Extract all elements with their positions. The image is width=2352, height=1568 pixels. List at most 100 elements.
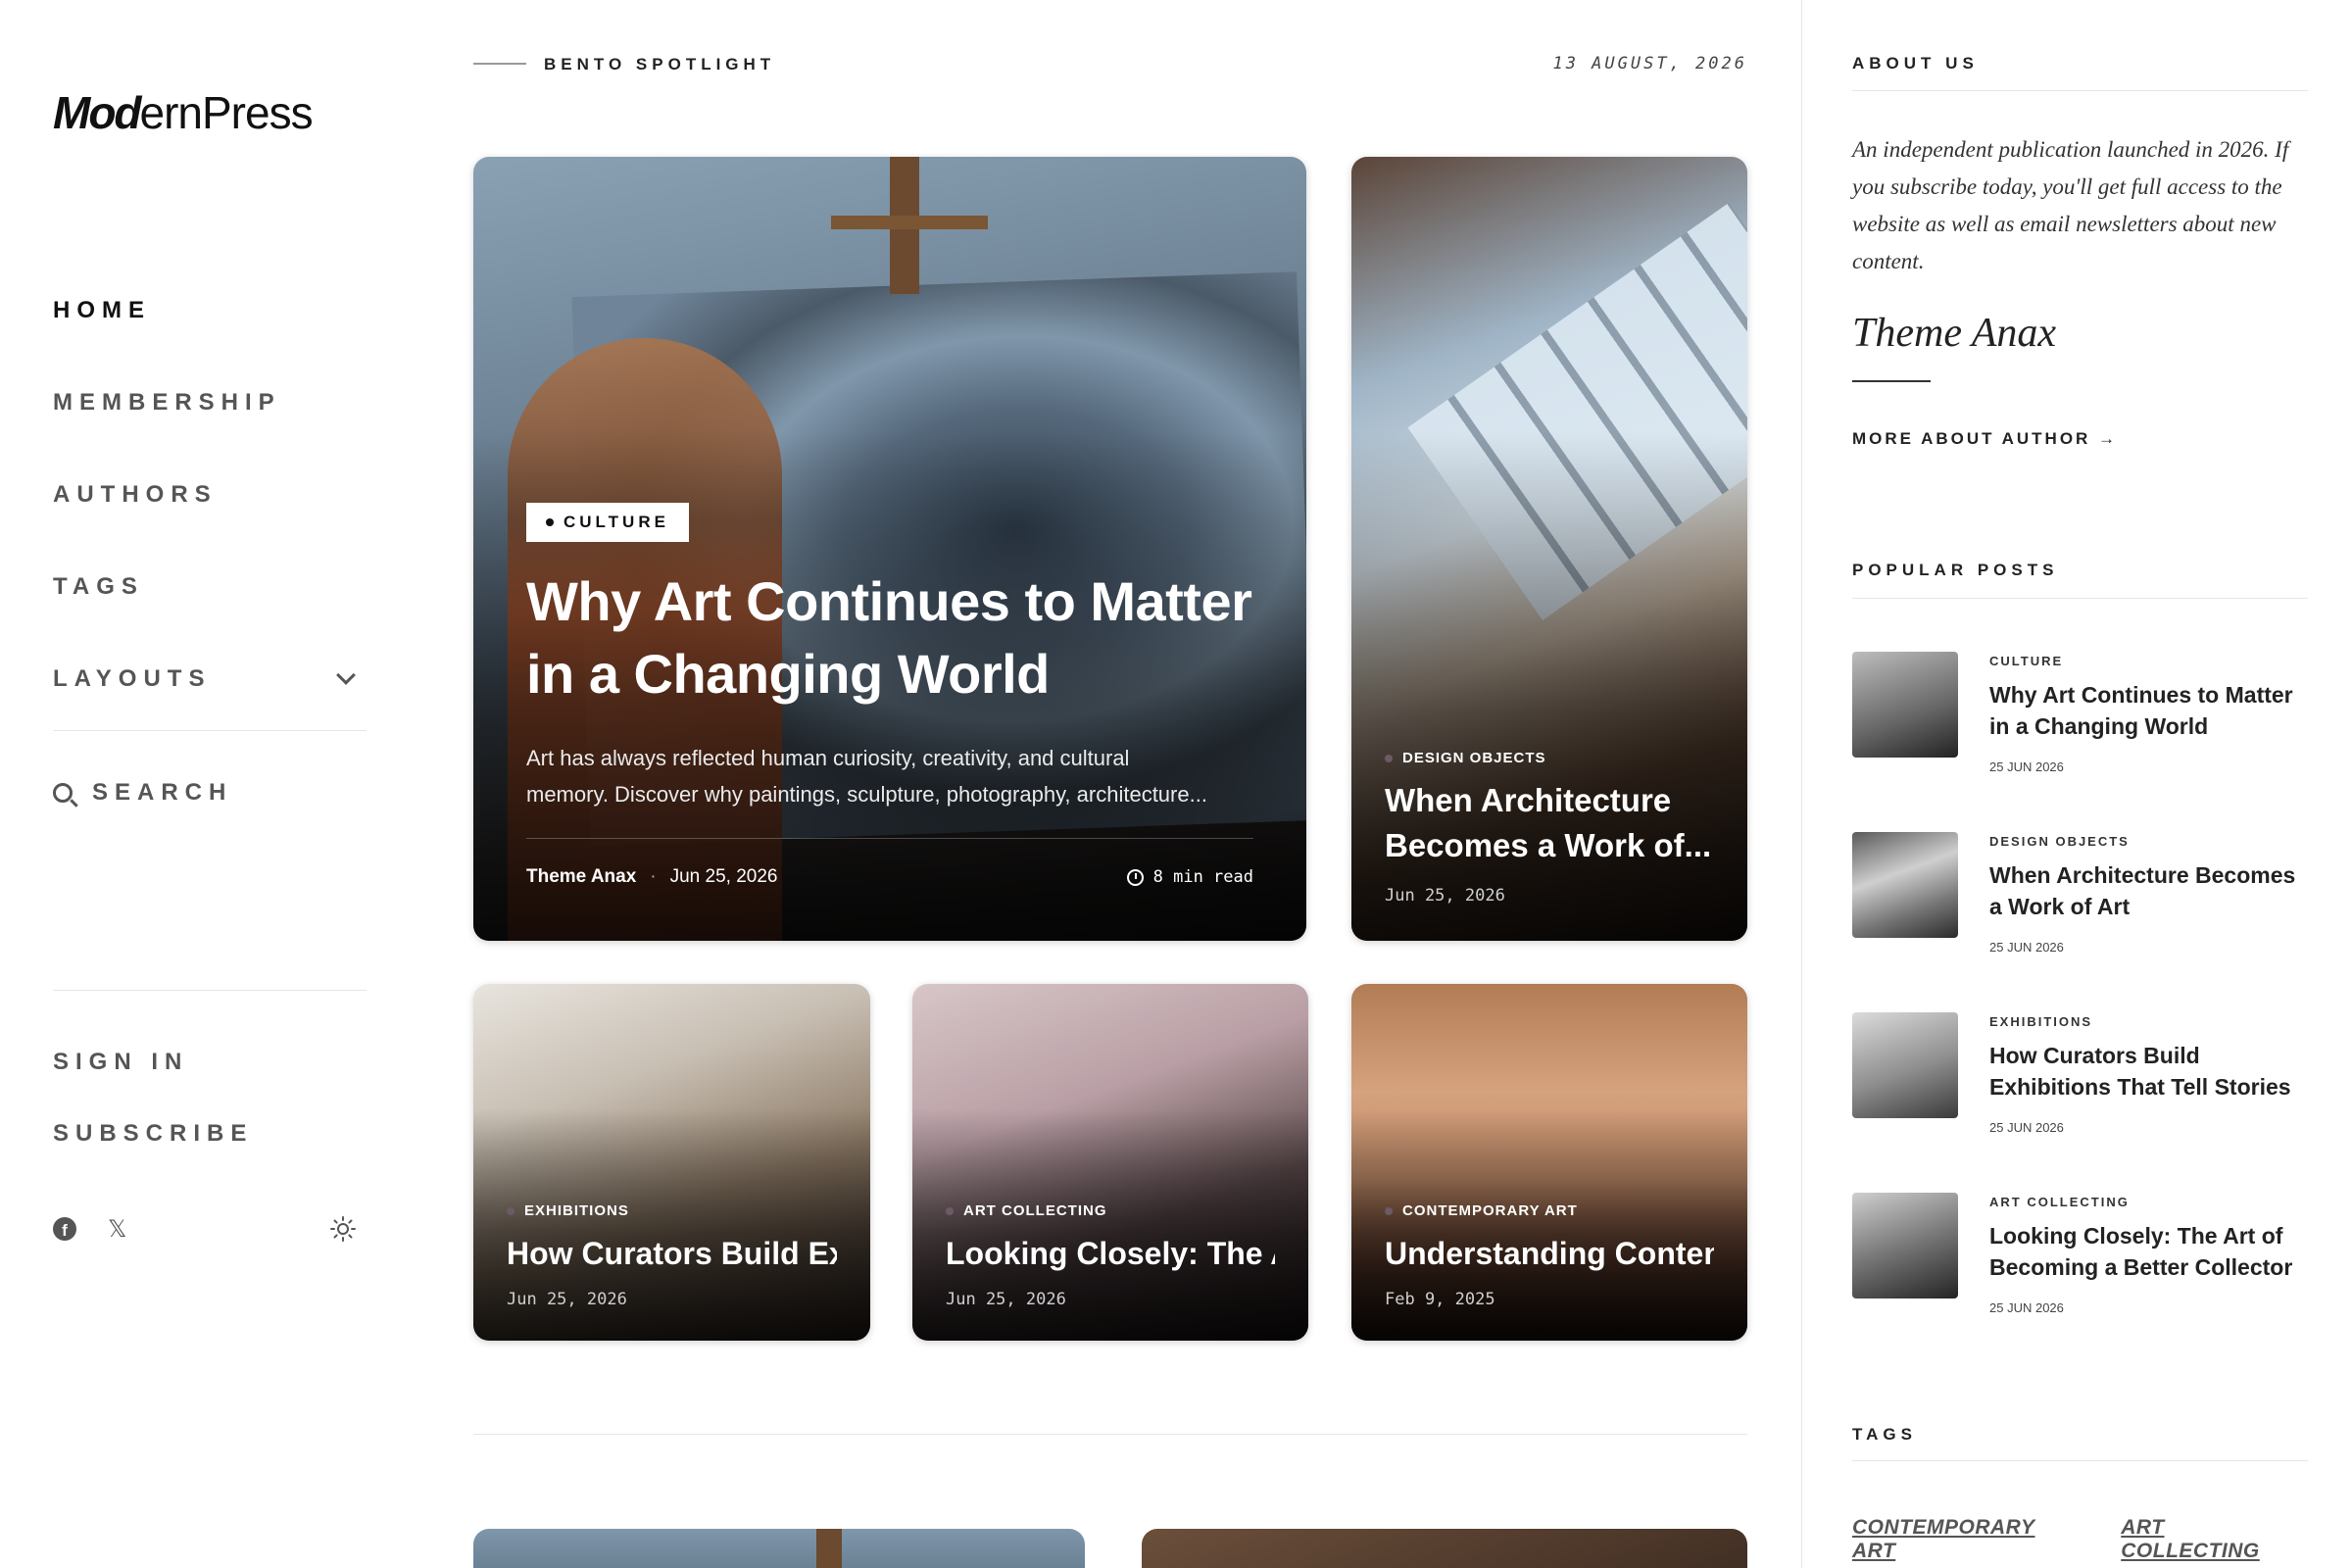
category-label: ART COLLECTING xyxy=(963,1202,1107,1219)
read-time-label: 8 min read xyxy=(1152,867,1253,887)
tags-heading: TAGS xyxy=(1852,1425,1917,1444)
post-thumbnail[interactable] xyxy=(1852,652,1958,758)
post-title[interactable]: Looking Closely: The Art of Becoming a B… xyxy=(1989,1220,2313,1283)
nav-item-tags[interactable]: TAGS xyxy=(53,541,367,633)
main-nav: HOME MEMBERSHIP AUTHORS TAGS LAYOUTS xyxy=(53,265,367,725)
category-badge[interactable]: CULTURE xyxy=(526,503,689,542)
author-signature: Theme Anax xyxy=(1852,311,2057,356)
search-label: SEARCH xyxy=(92,779,233,806)
post-title[interactable]: When Architecture Becomes a Work of Art xyxy=(1989,859,2313,922)
post-category[interactable]: DESIGN OBJECTS xyxy=(1385,750,1714,766)
nav-label: AUTHORS xyxy=(53,481,218,508)
nav-label: HOME xyxy=(53,297,151,323)
post-date: Jun 25, 2026 xyxy=(946,1290,1066,1309)
post-card-exhibitions[interactable]: EXHIBITIONS How Curators Build Exhibitio… xyxy=(473,984,870,1341)
more-about-author-link[interactable]: MORE ABOUT AUTHOR → xyxy=(1852,429,2118,449)
post-thumbnail[interactable] xyxy=(1852,1012,1958,1118)
post-thumbnail[interactable] xyxy=(1852,1193,1958,1298)
nav-item-home[interactable]: HOME xyxy=(53,265,367,357)
popular-post-item[interactable]: DESIGN OBJECTS When Architecture Becomes… xyxy=(1852,832,2308,955)
about-text: An independent publication launched in 2… xyxy=(1852,137,2289,273)
post-title[interactable]: When Architecture Becomes a Work of... xyxy=(1385,778,1714,868)
post-card-contemporary-art[interactable]: CONTEMPORARY ART Understanding Contempor… xyxy=(1351,984,1747,1341)
nav-label: TAGS xyxy=(53,573,144,600)
facebook-icon[interactable]: f xyxy=(53,1217,76,1241)
section-rule xyxy=(1852,1460,2308,1461)
post-category[interactable]: ART COLLECTING xyxy=(946,1202,1275,1219)
nav-item-layouts[interactable]: LAYOUTS xyxy=(53,633,367,725)
dot-icon xyxy=(507,1206,514,1215)
popular-post-item[interactable]: ART COLLECTING Looking Closely: The Art … xyxy=(1852,1193,2308,1315)
author-name[interactable]: Theme Anax xyxy=(526,866,636,888)
nav-label: MEMBERSHIP xyxy=(53,389,281,416)
clock-icon xyxy=(1126,868,1144,886)
search-icon xyxy=(53,783,73,803)
nav-item-membership[interactable]: MEMBERSHIP xyxy=(53,357,367,449)
post-category[interactable]: EXHIBITIONS xyxy=(1989,1014,2092,1029)
chevron-down-icon xyxy=(336,665,356,685)
post-title[interactable]: Looking Closely: The Art of Becoming a..… xyxy=(946,1231,1275,1276)
post-category[interactable]: EXHIBITIONS xyxy=(507,1202,837,1219)
post-content: DESIGN OBJECTS When Architecture Becomes… xyxy=(1351,750,1747,941)
subscribe-link[interactable]: SUBSCRIBE xyxy=(53,1120,253,1148)
post-date: Feb 9, 2025 xyxy=(1385,1290,1495,1309)
post-title[interactable]: How Curators Build Exhibitions That Tel.… xyxy=(507,1231,837,1276)
post-category[interactable]: CONTEMPORARY ART xyxy=(1385,1202,1714,1219)
section-divider xyxy=(473,1434,1747,1435)
post-thumbnail[interactable] xyxy=(1852,832,1958,938)
next-post-card[interactable] xyxy=(473,1529,1085,1568)
section-rule xyxy=(1852,598,2308,599)
search-button[interactable]: SEARCH xyxy=(53,779,232,807)
popular-post-item[interactable]: CULTURE Why Art Continues to Matter in a… xyxy=(1852,652,2308,774)
spotlight-label: BENTO SPOTLIGHT xyxy=(544,55,776,74)
post-category[interactable]: ART COLLECTING xyxy=(1989,1195,2130,1209)
post-date: 25 JUN 2026 xyxy=(1989,940,2064,955)
post-date: 25 JUN 2026 xyxy=(1989,1120,2064,1135)
theme-toggle-sun-icon[interactable] xyxy=(329,1215,357,1243)
logo-bold: Mod xyxy=(53,87,142,138)
post-card-art-collecting[interactable]: ART COLLECTING Looking Closely: The Art … xyxy=(912,984,1308,1341)
about-heading: ABOUT US xyxy=(1852,54,1979,73)
category-label: CULTURE xyxy=(564,513,669,531)
sign-in-link[interactable]: SIGN IN xyxy=(53,1049,188,1076)
post-date: 25 JUN 2026 xyxy=(1989,1300,2064,1315)
popular-post-item[interactable]: EXHIBITIONS How Curators Build Exhibitio… xyxy=(1852,1012,2308,1135)
post-card-architecture[interactable]: DESIGN OBJECTS When Architecture Becomes… xyxy=(1351,157,1747,941)
featured-post-title[interactable]: Why Art Continues to Matter in a Changin… xyxy=(526,565,1253,710)
section-rule xyxy=(1852,90,2308,91)
dot-icon xyxy=(946,1206,954,1215)
signature-rule xyxy=(1852,380,1931,382)
current-date: 13 AUGUST, 2026 xyxy=(1552,54,1747,74)
spotlight-rule xyxy=(473,63,526,65)
tag-list: CONTEMPORARY ART ART COLLECTING xyxy=(1852,1516,2308,1563)
nav-label: LAYOUTS xyxy=(53,665,212,692)
post-title[interactable]: Understanding Contemporary Art: ... xyxy=(1385,1231,1714,1276)
site-logo[interactable]: ModernPress xyxy=(53,86,314,139)
nav-item-authors[interactable]: AUTHORS xyxy=(53,449,367,541)
post-content: EXHIBITIONS How Curators Build Exhibitio… xyxy=(473,1202,870,1341)
post-date: Jun 25, 2026 xyxy=(669,866,778,887)
featured-post-card[interactable]: CULTURE Why Art Continues to Matter in a… xyxy=(473,157,1306,941)
featured-post-content: CULTURE Why Art Continues to Matter in a… xyxy=(473,503,1306,941)
social-links: f 𝕏 xyxy=(53,1215,367,1245)
category-label: EXHIBITIONS xyxy=(524,1202,629,1219)
nav-divider xyxy=(53,730,367,731)
post-category[interactable]: DESIGN OBJECTS xyxy=(1989,834,2130,849)
post-date: 25 JUN 2026 xyxy=(1989,760,2064,774)
post-date: Jun 25, 2026 xyxy=(507,1290,627,1309)
next-post-card[interactable] xyxy=(1142,1529,1747,1568)
post-category[interactable]: CULTURE xyxy=(1989,654,2063,668)
post-content: ART COLLECTING Looking Closely: The Art … xyxy=(912,1202,1308,1341)
logo-rest: ernPress xyxy=(139,87,314,138)
read-time: 8 min read xyxy=(1126,867,1253,887)
category-label: CONTEMPORARY ART xyxy=(1402,1202,1578,1219)
left-sidebar: ModernPress HOME MEMBERSHIP AUTHORS TAGS… xyxy=(0,0,431,1568)
post-date: Jun 25, 2026 xyxy=(1385,886,1505,906)
x-icon[interactable]: 𝕏 xyxy=(108,1215,126,1244)
tag-link[interactable]: ART COLLECTING xyxy=(2121,1516,2308,1563)
excerpt-line: Art has always reflected human curiosity… xyxy=(526,746,1130,770)
tag-link[interactable]: CONTEMPORARY ART xyxy=(1852,1516,2082,1563)
dot-icon xyxy=(546,518,554,526)
post-title[interactable]: Why Art Continues to Matter in a Changin… xyxy=(1989,679,2313,742)
post-title[interactable]: How Curators Build Exhibitions That Tell… xyxy=(1989,1040,2313,1102)
